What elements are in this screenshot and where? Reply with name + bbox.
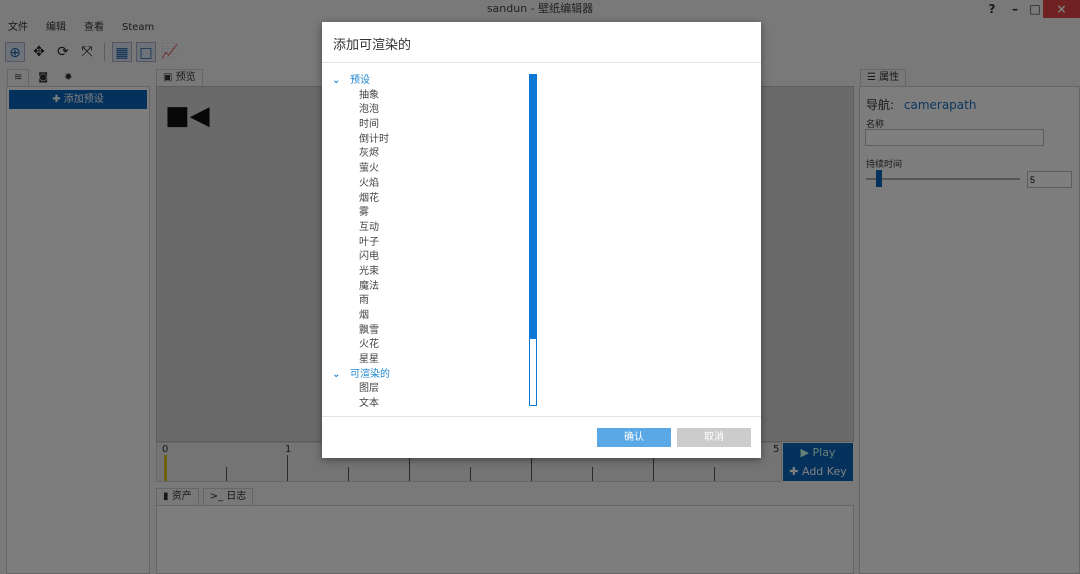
group-label: 预设 (350, 75, 370, 86)
dialog-title: 添加可渲染的 (333, 38, 412, 53)
chevron-down-icon[interactable]: ⌄ (332, 74, 350, 89)
tree-group[interactable]: ⌄ 可渲染的 (332, 368, 532, 383)
tree-item[interactable]: 魔法 (332, 280, 532, 295)
divider (322, 416, 761, 417)
tree-item[interactable]: 互动 (332, 221, 532, 236)
tree-item[interactable]: 倒计时 (332, 133, 532, 148)
tree-item[interactable]: 灰烬 (332, 147, 532, 162)
scrollbar-thumb[interactable] (530, 75, 536, 339)
tree-item[interactable]: 叶子 (332, 236, 532, 251)
tree-item[interactable]: 烟花 (332, 192, 532, 207)
tree-item[interactable]: 闪电 (332, 250, 532, 265)
tree-item[interactable]: 萤火 (332, 162, 532, 177)
add-renderable-dialog: 添加可渲染的 ⌄ 预设 抽象 泡泡 时间 倒计时 灰烬 萤火 火焰 烟花雾互动 叶子 闪电 光束 魔法雨烟… (322, 22, 761, 458)
confirm-button[interactable]: 确认 (597, 428, 671, 447)
tree-item[interactable]: 时间 (332, 118, 532, 133)
tree-item[interactable]: 火焰 (332, 177, 532, 192)
tree-item[interactable]: 烟 (332, 309, 532, 324)
tree-item[interactable]: 泡泡 (332, 103, 532, 118)
chevron-down-icon[interactable]: ⌄ (332, 368, 350, 383)
divider (322, 62, 761, 63)
group-label: 可渲染的 (350, 368, 390, 380)
tree-item[interactable]: 雾 (332, 206, 532, 221)
tree-item[interactable]: 雨 (332, 294, 532, 309)
tree-item[interactable]: 图层 (332, 382, 532, 397)
tree-item[interactable]: 光束 (332, 265, 532, 280)
tree-item[interactable]: 火花 (332, 338, 532, 353)
tree-group[interactable]: ⌄ 预设 (332, 74, 532, 89)
tree-item[interactable]: 星星 (332, 353, 532, 368)
tree-item[interactable]: 文本 (332, 397, 532, 412)
renderable-tree: ⌄ 预设 抽象 泡泡 时间 倒计时 灰烬 萤火 火焰 烟花雾互动 叶子 闪电 光束 魔法雨烟飘雪 火花 星星 ⌄… (332, 74, 532, 414)
tree-item[interactable]: 飘雪 (332, 324, 532, 339)
scrollbar[interactable] (529, 74, 537, 406)
tree-item[interactable]: 抽象 (332, 89, 532, 104)
cancel-button[interactable]: 取消 (677, 428, 751, 447)
